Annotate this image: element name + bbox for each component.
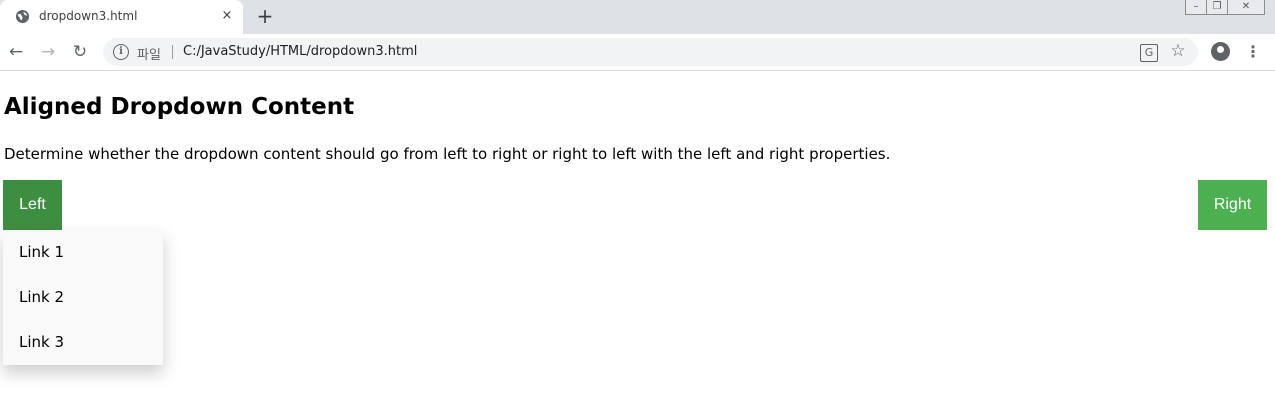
dropdown-link-1[interactable]: Link 1 <box>3 230 163 275</box>
left-dropdown-button[interactable]: Left <box>3 180 62 230</box>
tab-title: dropdown3.html <box>39 9 138 23</box>
reload-icon[interactable]: ↻ <box>70 42 90 62</box>
globe-icon <box>15 9 30 24</box>
page-description: Determine whether the dropdown content s… <box>4 145 891 163</box>
page-title: Aligned Dropdown Content <box>4 94 355 120</box>
menu-icon[interactable]: ⋮ <box>1243 42 1263 62</box>
browser-tab[interactable]: dropdown3.html × <box>0 0 243 34</box>
bookmark-star-icon[interactable]: ☆ <box>1168 41 1188 61</box>
new-tab-button[interactable]: + <box>255 6 275 26</box>
url-scheme-label: 파일 <box>137 48 161 63</box>
tab-close-icon[interactable]: × <box>219 8 235 24</box>
address-bar[interactable]: i 파일 C:/JavaStudy/HTML/dropdown3.html G … <box>103 38 1198 66</box>
minimize-icon[interactable]: – <box>1185 0 1207 15</box>
forward-icon[interactable]: → <box>38 42 58 62</box>
dropdown-menu: Link 1 Link 2 Link 3 <box>3 230 163 365</box>
url-text[interactable]: C:/JavaStudy/HTML/dropdown3.html <box>183 44 417 59</box>
browser-toolbar: ← → ↻ i 파일 C:/JavaStudy/HTML/dropdown3.h… <box>0 34 1275 71</box>
back-icon[interactable]: ← <box>6 42 26 62</box>
right-dropdown-button[interactable]: Right <box>1198 180 1267 230</box>
window-controls: – ❐ ✕ <box>1185 0 1265 17</box>
info-icon[interactable]: i <box>113 44 129 60</box>
close-window-icon[interactable]: ✕ <box>1228 0 1265 15</box>
dropdown-link-2[interactable]: Link 2 <box>3 275 163 320</box>
translate-icon[interactable]: G <box>1140 44 1158 62</box>
url-separator <box>172 45 173 59</box>
dropdown-link-3[interactable]: Link 3 <box>3 320 163 365</box>
profile-avatar-icon[interactable] <box>1211 42 1230 61</box>
restore-icon[interactable]: ❐ <box>1207 0 1228 15</box>
tab-strip: dropdown3.html × + – ❐ ✕ <box>0 0 1275 34</box>
